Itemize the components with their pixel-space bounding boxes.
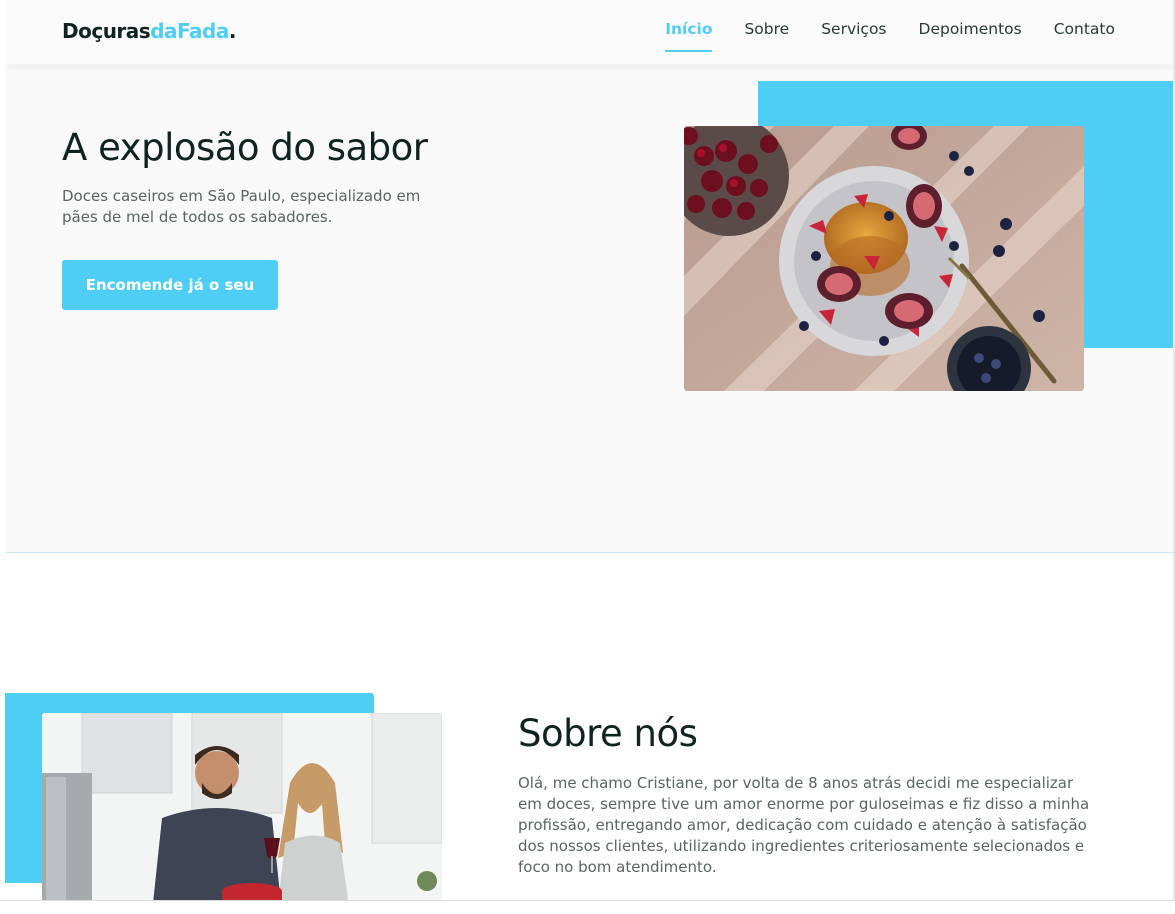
about-couple-photo xyxy=(42,713,442,900)
hero-section: A explosão do sabor Doces caseiros em Sã… xyxy=(5,66,1173,553)
logo-text-part1: Doçuras xyxy=(62,19,151,43)
nav-link-inicio[interactable]: Início xyxy=(665,20,713,52)
about-text: Olá, me chamo Cristiane, por volta de 8 … xyxy=(518,774,1090,876)
nav-link-servicos[interactable]: Serviços xyxy=(821,20,886,52)
hero-title: A explosão do sabor xyxy=(62,126,428,169)
about-title: Sobre nós xyxy=(518,712,698,755)
main-nav: Início Sobre Serviços Depoimentos Contat… xyxy=(665,20,1115,52)
logo-text-part3: . xyxy=(228,19,237,43)
site-header: DoçurasdaFada. Início Sobre Serviços Dep… xyxy=(5,0,1173,64)
logo-text-part2: daFada xyxy=(150,19,229,43)
window-edge-bottom xyxy=(0,900,1175,914)
nav-link-sobre[interactable]: Sobre xyxy=(744,20,789,52)
nav-link-depoimentos[interactable]: Depoimentos xyxy=(919,20,1022,52)
hero-subtitle: Doces caseiros em São Paulo, especializa… xyxy=(62,187,421,226)
nav-link-contato[interactable]: Contato xyxy=(1054,20,1115,52)
order-button[interactable]: Encomende já o seu xyxy=(62,260,278,310)
logo[interactable]: DoçurasdaFada. xyxy=(62,19,236,43)
hero-dessert-photo xyxy=(684,126,1084,391)
page-viewport: DoçurasdaFada. Início Sobre Serviços Dep… xyxy=(5,0,1173,900)
